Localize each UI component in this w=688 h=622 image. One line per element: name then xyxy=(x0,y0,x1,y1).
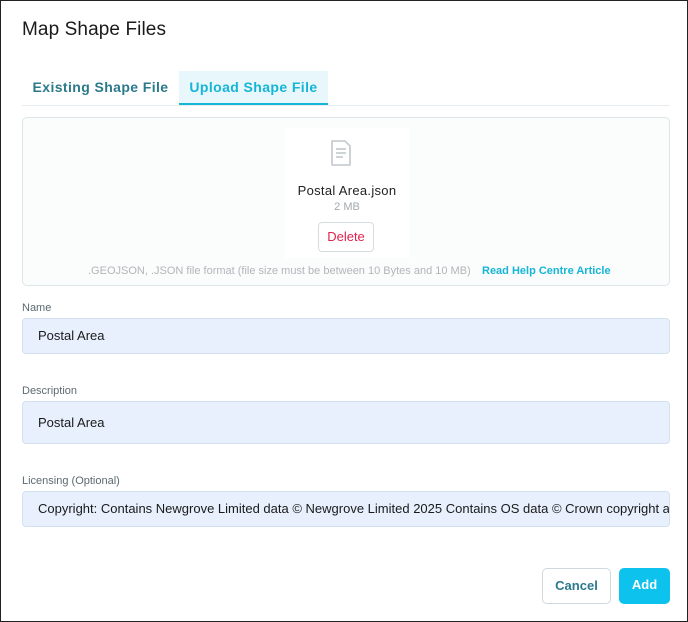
tab-bar: Existing Shape File Upload Shape File xyxy=(22,71,670,106)
dialog-title: Map Shape Files xyxy=(22,19,167,40)
tab-existing-shape-file[interactable]: Existing Shape File xyxy=(22,71,179,104)
file-dropzone[interactable]: Postal Area.json 2 MB Delete .GEOJSON, .… xyxy=(22,117,670,286)
add-button[interactable]: Add xyxy=(619,568,670,604)
cancel-button[interactable]: Cancel xyxy=(542,568,611,604)
licensing-field[interactable]: Copyright: Contains Newgrove Limited dat… xyxy=(22,491,670,527)
document-icon xyxy=(331,140,351,166)
delete-file-button[interactable]: Delete xyxy=(318,222,374,252)
tab-upload-shape-file[interactable]: Upload Shape File xyxy=(179,71,328,105)
name-label: Name xyxy=(22,302,52,314)
description-label: Description xyxy=(22,385,78,397)
file-name: Postal Area.json xyxy=(297,183,397,198)
help-centre-link[interactable]: Read Help Centre Article xyxy=(482,265,611,277)
description-field[interactable]: Postal Area xyxy=(22,401,670,444)
file-format-hint: .GEOJSON, .JSON file format (file size m… xyxy=(88,265,471,277)
licensing-label: Licensing (Optional) xyxy=(22,475,120,487)
name-field[interactable]: Postal Area xyxy=(22,318,670,354)
map-shape-files-dialog: Map Shape Files Existing Shape File Uplo… xyxy=(0,0,688,622)
file-size: 2 MB xyxy=(334,201,360,213)
